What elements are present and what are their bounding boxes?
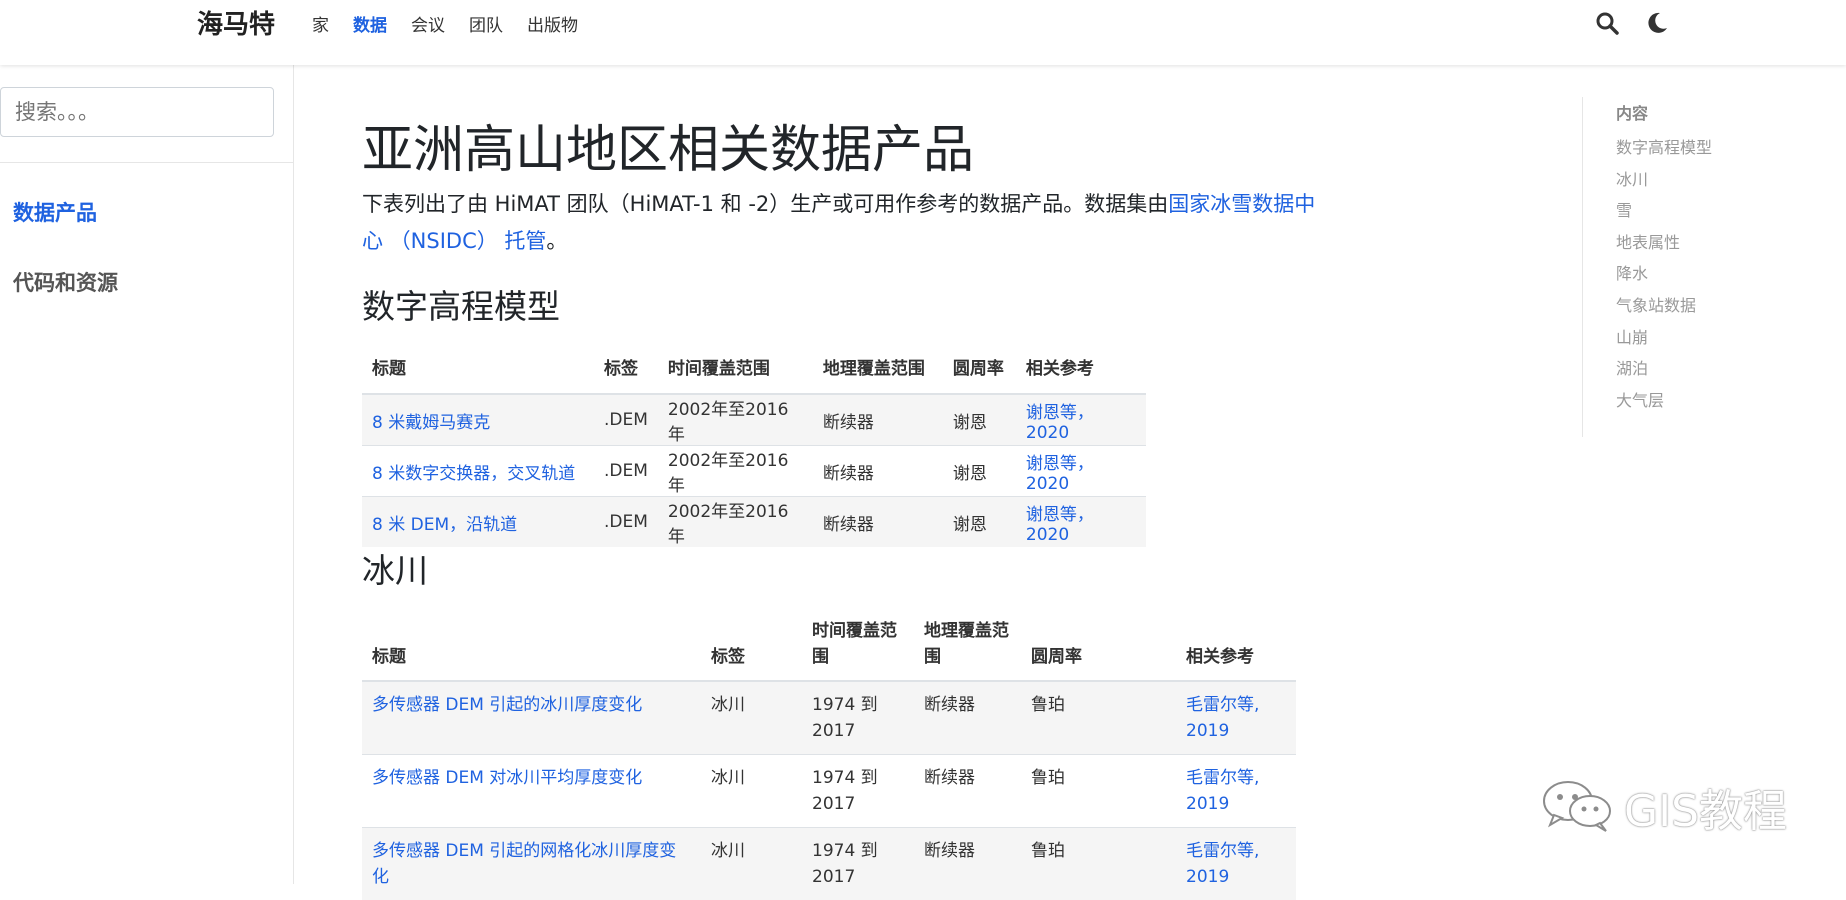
dataset-link[interactable]: 多传感器 DEM 引起的冰川厚度变化	[372, 695, 642, 715]
intro-end: 。	[546, 229, 568, 253]
watermark-text: GIS教程	[1624, 786, 1788, 837]
toc-item-atmosphere[interactable]: 大气层	[1616, 387, 1664, 411]
search-icon[interactable]	[1592, 8, 1622, 38]
sidebar-item-data-products[interactable]: 数据产品	[13, 197, 97, 227]
table-header-row: 标题 标签 时间覆盖范围 地理覆盖范围 圆周率 相关参考	[362, 602, 1296, 682]
reference-link[interactable]: 谢恩等， 2020	[1026, 505, 1094, 545]
page-title: 亚洲高山地区相关数据产品	[362, 121, 975, 180]
pi-cell: 鲁珀	[1021, 826, 1176, 900]
table-of-contents: 内容 数字高程模型 冰川 雪 地表属性 降水 气象站数据 山崩 湖泊 大气层	[1582, 97, 1783, 437]
column-header: 相关参考	[1176, 602, 1296, 682]
section-heading-glaciers: 冰川	[362, 551, 428, 590]
intro-paragraph: 下表列出了由 HiMAT 团队（HiMAT-1 和 -2）生产或可用作参考的数据…	[362, 186, 1322, 260]
toc-item-weather-stations[interactable]: 气象站数据	[1616, 292, 1696, 316]
time-cell: 1974 到 2017	[802, 753, 914, 827]
time-cell: 2002年至2016年	[657, 496, 813, 547]
column-header: 标题	[362, 326, 594, 395]
tag-cell: 冰川	[701, 680, 802, 754]
nav-icons	[1592, 8, 1672, 38]
table-row: 多传感器 DEM 对冰川平均厚度变化 冰川 1974 到 2017 断续器 鲁珀…	[362, 753, 1296, 827]
time-cell: 2002年至2016年	[657, 445, 813, 497]
column-header: 相关参考	[1015, 326, 1146, 395]
pi-cell: 谢恩	[942, 445, 1016, 497]
pi-cell: 鲁珀	[1021, 680, 1176, 754]
pi-cell: 鲁珀	[1021, 753, 1176, 827]
reference-link[interactable]: 毛雷尔等, 2019	[1186, 768, 1259, 814]
toc-item-snow[interactable]: 雪	[1616, 197, 1632, 221]
section-heading-dem: 数字高程模型	[362, 287, 560, 326]
dem-table: 标题 标签 时间覆盖范围 地理覆盖范围 圆周率 相关参考 8 米戴姆马赛克 .D…	[362, 326, 1146, 547]
time-cell: 1974 到 2017	[802, 680, 914, 754]
reference-link[interactable]: 谢恩等， 2020	[1026, 454, 1094, 494]
table-row: 8 米戴姆马赛克 .DEM 2002年至2016年 断续器 谢恩 谢恩等， 20…	[362, 393, 1146, 446]
glacier-table: 标题 标签 时间覆盖范围 地理覆盖范围 圆周率 相关参考 多传感器 DEM 引起…	[362, 602, 1296, 900]
column-header: 标签	[594, 326, 658, 395]
sidebar-item-code-resources[interactable]: 代码和资源	[13, 267, 118, 297]
reference-link[interactable]: 毛雷尔等, 2019	[1186, 841, 1259, 887]
intro-text: 下表列出了由 HiMAT 团队（HiMAT-1 和 -2）生产或可用作参考的数据…	[362, 192, 1169, 216]
dataset-link[interactable]: 多传感器 DEM 对冰川平均厚度变化	[372, 768, 642, 788]
nav-link-publications[interactable]: 出版物	[527, 11, 578, 36]
column-header: 时间覆盖范围	[657, 326, 813, 395]
geo-cell: 断续器	[812, 393, 943, 446]
tag-cell: .DEM	[594, 445, 658, 497]
search-input[interactable]	[0, 87, 274, 137]
dataset-link[interactable]: 8 米 DEM，沿轨道	[372, 515, 517, 535]
table-row: 8 米 DEM，沿轨道 .DEM 2002年至2016年 断续器 谢恩 谢恩等，…	[362, 496, 1146, 547]
brand-logo[interactable]: 海马特	[197, 4, 275, 41]
toc-item-precipitation[interactable]: 降水	[1616, 260, 1648, 284]
geo-cell: 断续器	[812, 496, 943, 547]
tag-cell: .DEM	[594, 496, 658, 547]
dataset-link[interactable]: 多传感器 DEM 引起的网格化冰川厚度变化	[372, 841, 676, 887]
pi-cell: 谢恩	[942, 393, 1016, 446]
dataset-link[interactable]: 8 米戴姆马赛克	[372, 413, 490, 433]
dataset-link[interactable]: 8 米数字交换器，交叉轨道	[372, 464, 575, 484]
toc-title: 内容	[1616, 104, 1649, 123]
nav-links: 家 数据 会议 团队 出版物	[312, 11, 602, 36]
table-row: 多传感器 DEM 引起的网格化冰川厚度变化 冰川 1974 到 2017 断续器…	[362, 826, 1296, 900]
nav-link-meetings[interactable]: 会议	[411, 11, 445, 36]
column-header: 地理覆盖范围	[914, 602, 1021, 682]
reference-link[interactable]: 毛雷尔等, 2019	[1186, 695, 1259, 741]
column-header: 圆周率	[1021, 602, 1176, 682]
nav-link-home[interactable]: 家	[312, 11, 329, 36]
column-header: 圆周率	[942, 326, 1016, 395]
reference-link[interactable]: 谢恩等， 2020	[1026, 403, 1094, 443]
table-header-row: 标题 标签 时间覆盖范围 地理覆盖范围 圆周率 相关参考	[362, 326, 1146, 395]
tag-cell: 冰川	[701, 826, 802, 900]
sidebar-divider	[0, 162, 293, 163]
time-cell: 1974 到 2017	[802, 826, 914, 900]
table-row: 8 米数字交换器，交叉轨道 .DEM 2002年至2016年 断续器 谢恩 谢恩…	[362, 445, 1146, 497]
wechat-icon	[1540, 777, 1616, 837]
geo-cell: 断续器	[914, 826, 1021, 900]
table-row: 多传感器 DEM 引起的冰川厚度变化 冰川 1974 到 2017 断续器 鲁珀…	[362, 680, 1296, 754]
top-navbar: 海马特 家 数据 会议 团队 出版物	[0, 0, 1846, 65]
column-header: 地理覆盖范围	[812, 326, 943, 395]
tag-cell: .DEM	[594, 393, 658, 446]
time-cell: 2002年至2016年	[657, 393, 813, 446]
geo-cell: 断续器	[812, 445, 943, 497]
nav-link-data[interactable]: 数据	[353, 11, 387, 36]
tag-cell: 冰川	[701, 753, 802, 827]
column-header: 时间覆盖范围	[802, 602, 914, 682]
toc-item-surface-properties[interactable]: 地表属性	[1616, 229, 1680, 253]
pi-cell: 谢恩	[942, 496, 1016, 547]
toc-item-dem[interactable]: 数字高程模型	[1616, 134, 1712, 158]
moon-icon[interactable]	[1642, 8, 1672, 38]
column-header: 标题	[362, 602, 701, 682]
geo-cell: 断续器	[914, 753, 1021, 827]
watermark: GIS教程	[1540, 775, 1787, 839]
toc-item-lakes[interactable]: 湖泊	[1616, 355, 1648, 379]
column-header: 标签	[701, 602, 802, 682]
nav-link-team[interactable]: 团队	[469, 11, 503, 36]
geo-cell: 断续器	[914, 680, 1021, 754]
toc-item-landslides[interactable]: 山崩	[1616, 324, 1648, 348]
toc-item-glaciers[interactable]: 冰川	[1616, 166, 1648, 190]
left-sidebar: 数据产品 代码和资源	[0, 65, 294, 884]
